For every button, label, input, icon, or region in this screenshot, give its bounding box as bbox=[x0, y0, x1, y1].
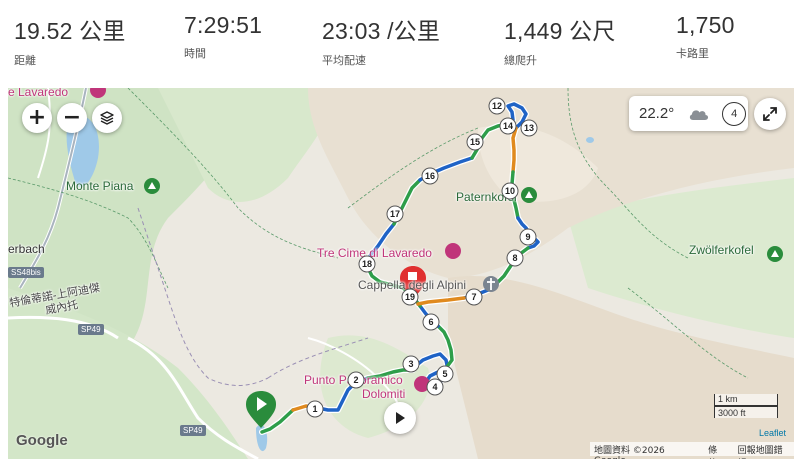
waypoint-marker: 3 bbox=[402, 355, 420, 373]
wind-level: 4 bbox=[722, 101, 747, 126]
svg-text:4: 4 bbox=[432, 382, 437, 392]
waypoint-marker: 15 bbox=[466, 133, 484, 151]
stat-value: 7:29:51 bbox=[184, 12, 263, 38]
stat-calories: 1,750 卡路里 bbox=[676, 12, 735, 61]
svg-text:7: 7 bbox=[471, 292, 476, 302]
stat-pace: 23:03 /公里 平均配速 bbox=[322, 12, 440, 68]
svg-text:6: 6 bbox=[428, 317, 433, 327]
scale-imperial: 3000 ft bbox=[714, 406, 778, 418]
weather-panel: 22.2° 4 bbox=[629, 96, 748, 131]
cloud-icon bbox=[690, 109, 709, 120]
stat-label: 時間 bbox=[184, 47, 206, 60]
svg-text:5: 5 bbox=[442, 369, 447, 379]
waypoint-marker: 14 bbox=[499, 117, 517, 135]
svg-text:18: 18 bbox=[362, 259, 372, 269]
route-map[interactable]: e Lavaredo Monte Piana erbach Paternkofe… bbox=[8, 88, 794, 459]
svg-text:15: 15 bbox=[470, 137, 480, 147]
waypoint-marker: 7 bbox=[465, 288, 483, 306]
stat-distance: 19.52 公里 距離 bbox=[14, 12, 126, 68]
waypoint-marker: 19 bbox=[401, 288, 419, 306]
waypoint-marker: 13 bbox=[520, 119, 538, 137]
stat-label: 卡路里 bbox=[676, 47, 709, 60]
play-route-button[interactable] bbox=[384, 402, 416, 434]
stat-value: 19.52 公里 bbox=[14, 18, 126, 44]
svg-text:17: 17 bbox=[390, 209, 400, 219]
waypoint-marker: 1 bbox=[306, 400, 324, 418]
map-attribution: 地圖資料 ©2026 Google 條款 回報地圖錯誤 bbox=[590, 442, 794, 459]
stat-time: 7:29:51 時間 bbox=[184, 12, 262, 61]
waypoint-marker: 18 bbox=[358, 255, 376, 273]
waypoint-marker: 6 bbox=[422, 313, 440, 331]
expand-icon bbox=[763, 107, 777, 121]
svg-text:9: 9 bbox=[525, 232, 530, 242]
stat-label: 總爬升 bbox=[504, 54, 537, 67]
waypoint-marker: 16 bbox=[421, 167, 439, 185]
layers-icon bbox=[100, 111, 114, 125]
waypoint-marker: 4 bbox=[426, 378, 444, 396]
waypoint-marker: 9 bbox=[519, 228, 537, 246]
waypoint-marker: 5 bbox=[436, 365, 454, 383]
svg-text:8: 8 bbox=[512, 253, 517, 263]
waypoint-marker: 17 bbox=[386, 205, 404, 223]
map-data-text: 地圖資料 ©2026 Google bbox=[594, 446, 665, 459]
stat-label: 平均配速 bbox=[322, 54, 366, 67]
svg-text:13: 13 bbox=[524, 123, 534, 133]
report-error-link[interactable]: 回報地圖錯誤 bbox=[738, 443, 790, 456]
scale-metric: 1 km bbox=[714, 394, 778, 406]
play-icon bbox=[396, 412, 405, 424]
svg-text:14: 14 bbox=[503, 121, 513, 131]
google-logo: Google bbox=[16, 432, 68, 449]
svg-text:19: 19 bbox=[405, 292, 415, 302]
stat-label: 距離 bbox=[14, 54, 36, 67]
expand-map-button[interactable] bbox=[754, 98, 786, 130]
waypoint-marker: 12 bbox=[488, 97, 506, 115]
leaflet-link[interactable]: Leaflet bbox=[759, 428, 786, 438]
terms-link[interactable]: 條款 bbox=[708, 443, 725, 456]
svg-text:10: 10 bbox=[505, 186, 515, 196]
zoom-out-button[interactable]: − bbox=[57, 103, 87, 133]
waypoint-marker: 10 bbox=[501, 182, 519, 200]
activity-stats: 19.52 公里 距離 7:29:51 時間 23:03 /公里 平均配速 1,… bbox=[0, 0, 800, 86]
svg-text:1: 1 bbox=[312, 404, 317, 414]
stat-value: 1,449 公尺 bbox=[504, 18, 616, 44]
svg-text:2: 2 bbox=[353, 375, 358, 385]
waypoint-marker: 2 bbox=[347, 371, 365, 389]
stat-value: 23:03 /公里 bbox=[322, 18, 441, 44]
svg-text:3: 3 bbox=[408, 359, 413, 369]
map-scale: 1 km 3000 ft bbox=[714, 394, 778, 418]
layers-button[interactable] bbox=[92, 103, 122, 133]
temperature: 22.2° bbox=[639, 105, 675, 122]
waypoint-marker: 8 bbox=[506, 249, 524, 267]
zoom-in-button[interactable]: + bbox=[22, 103, 52, 133]
svg-text:16: 16 bbox=[425, 171, 435, 181]
stat-elevation: 1,449 公尺 總爬升 bbox=[504, 12, 616, 68]
stat-value: 1,750 bbox=[676, 12, 735, 38]
svg-text:12: 12 bbox=[492, 101, 502, 111]
